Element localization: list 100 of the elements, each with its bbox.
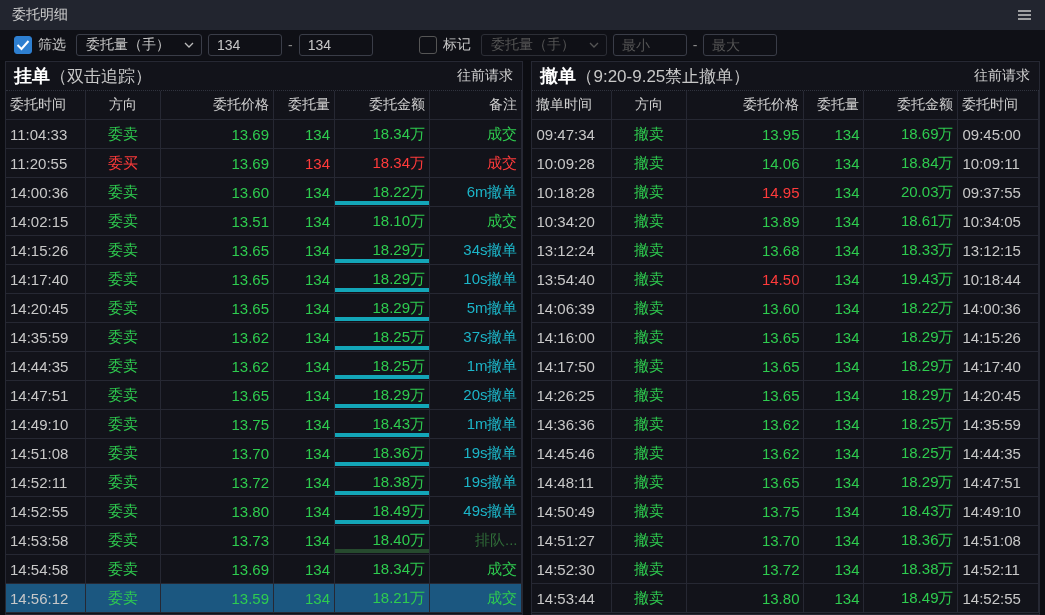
- table-cell[interactable]: 18.29万: [335, 381, 430, 410]
- table-cell[interactable]: 13.73: [161, 526, 274, 555]
- caret-icon[interactable]: [184, 42, 194, 48]
- table-cell[interactable]: 成交: [430, 120, 523, 149]
- table-cell[interactable]: 14:44:35: [6, 352, 86, 381]
- table-cell[interactable]: 14:15:26: [6, 236, 86, 265]
- table-cell[interactable]: 13.65: [161, 294, 274, 323]
- table-cell[interactable]: 14:47:51: [6, 381, 86, 410]
- table-cell[interactable]: 13.62: [161, 352, 274, 381]
- load-earlier-link[interactable]: 往前请求: [974, 67, 1030, 85]
- dropdown[interactable]: 委托量（手）: [76, 34, 202, 56]
- table-cell[interactable]: 18.40万: [335, 526, 430, 555]
- table-cell[interactable]: 委卖: [86, 468, 161, 497]
- table-cell[interactable]: 成交: [430, 584, 523, 613]
- table-cell[interactable]: 6m撤单: [430, 178, 523, 207]
- table-cell[interactable]: 13.51: [161, 207, 274, 236]
- table-cell[interactable]: 134: [274, 149, 335, 178]
- table-cell[interactable]: 20s撤单: [430, 381, 523, 410]
- table-cell[interactable]: 委卖: [86, 352, 161, 381]
- table-cell[interactable]: 13.60: [161, 178, 274, 207]
- table-cell[interactable]: 134: [274, 468, 335, 497]
- table-cell[interactable]: 委卖: [86, 526, 161, 555]
- table-cell[interactable]: 49s撤单: [430, 497, 523, 526]
- table-cell[interactable]: 委卖: [86, 323, 161, 352]
- table-cell[interactable]: 134: [274, 207, 335, 236]
- table-cell[interactable]: 18.29万: [335, 236, 430, 265]
- table-cell[interactable]: 14:02:15: [6, 207, 86, 236]
- table-cell[interactable]: 委卖: [86, 265, 161, 294]
- table-cell[interactable]: 13.59: [161, 584, 274, 613]
- table-cell[interactable]: 18.25万: [335, 323, 430, 352]
- table-cell[interactable]: 14:20:45: [6, 294, 86, 323]
- table-cell[interactable]: 13.65: [161, 381, 274, 410]
- menu-icon[interactable]: [1018, 10, 1031, 20]
- table-cell[interactable]: 5m撤单: [430, 294, 523, 323]
- table-cell[interactable]: 18.49万: [335, 497, 430, 526]
- table-cell[interactable]: 134: [274, 120, 335, 149]
- table-cell[interactable]: 14:35:59: [6, 323, 86, 352]
- table-cell[interactable]: 13.65: [161, 265, 274, 294]
- table-cell[interactable]: 委卖: [86, 207, 161, 236]
- table-cell[interactable]: 134: [274, 526, 335, 555]
- table-cell[interactable]: 14:49:10: [6, 410, 86, 439]
- table-cell[interactable]: 委卖: [86, 236, 161, 265]
- table-cell[interactable]: 13.80: [161, 497, 274, 526]
- table-cell[interactable]: 19s撤单: [430, 439, 523, 468]
- max-field[interactable]: 最大: [703, 34, 778, 56]
- table-cell[interactable]: 委卖: [86, 178, 161, 207]
- table-cell[interactable]: 委卖: [86, 584, 161, 613]
- table-cell[interactable]: 委卖: [86, 497, 161, 526]
- table-cell[interactable]: 134: [274, 497, 335, 526]
- table-cell[interactable]: 13.62: [161, 323, 274, 352]
- table-cell[interactable]: 13.70: [161, 439, 274, 468]
- table-cell[interactable]: 134: [274, 294, 335, 323]
- table-cell[interactable]: 18.43万: [335, 410, 430, 439]
- table-cell[interactable]: 14:52:11: [6, 468, 86, 497]
- table-cell[interactable]: 34s撤单: [430, 236, 523, 265]
- table-cell[interactable]: 委卖: [86, 120, 161, 149]
- table-cell[interactable]: 委卖: [86, 410, 161, 439]
- table-cell[interactable]: 成交: [430, 207, 523, 236]
- table-cell[interactable]: 134: [274, 265, 335, 294]
- table-cell[interactable]: 134: [274, 178, 335, 207]
- table-cell[interactable]: 11:20:55: [6, 149, 86, 178]
- min-field[interactable]: 134: [208, 34, 282, 56]
- table-cell[interactable]: 18.38万: [335, 468, 430, 497]
- table-cell[interactable]: 委卖: [86, 439, 161, 468]
- table-cell[interactable]: 134: [274, 236, 335, 265]
- table-cell[interactable]: 134: [274, 352, 335, 381]
- table-cell[interactable]: 18.10万: [335, 207, 430, 236]
- table-cell[interactable]: 18.34万: [335, 120, 430, 149]
- min-field[interactable]: 最小: [612, 34, 687, 56]
- table-cell[interactable]: 委卖: [86, 381, 161, 410]
- table-cell[interactable]: 18.29万: [335, 265, 430, 294]
- table-cell[interactable]: 14:17:40: [6, 265, 86, 294]
- table-cell[interactable]: 19s撤单: [430, 468, 523, 497]
- table-cell[interactable]: 1m撤单: [430, 410, 523, 439]
- table-cell[interactable]: 13.69: [161, 149, 274, 178]
- table-cell[interactable]: 18.36万: [335, 439, 430, 468]
- max-field[interactable]: 134: [298, 34, 373, 56]
- table-cell[interactable]: 成交: [430, 149, 523, 178]
- table-cell[interactable]: 13.75: [161, 410, 274, 439]
- table-cell[interactable]: 134: [274, 323, 335, 352]
- table-cell[interactable]: 14:56:12: [6, 584, 86, 613]
- table-cell[interactable]: 18.29万: [335, 294, 430, 323]
- table-cell[interactable]: 委买: [86, 149, 161, 178]
- table-cell[interactable]: 13.65: [161, 236, 274, 265]
- table-cell[interactable]: 18.25万: [335, 352, 430, 381]
- table-cell[interactable]: 14:52:55: [6, 497, 86, 526]
- checkbox[interactable]: [418, 36, 437, 54]
- table-cell[interactable]: 13.72: [161, 468, 274, 497]
- checkbox[interactable]: [14, 36, 32, 54]
- table-cell[interactable]: 18.34万: [335, 149, 430, 178]
- table-cell[interactable]: 委卖: [86, 294, 161, 323]
- load-earlier-link[interactable]: 往前请求: [457, 67, 514, 85]
- table-cell[interactable]: 13.69: [161, 120, 274, 149]
- table-cell[interactable]: 14:51:08: [6, 439, 86, 468]
- table-cell[interactable]: 134: [274, 439, 335, 468]
- table-cell[interactable]: 1m撤单: [430, 352, 523, 381]
- table-cell[interactable]: 134: [274, 410, 335, 439]
- table-cell[interactable]: 134: [274, 584, 335, 613]
- table-cell[interactable]: 134: [274, 381, 335, 410]
- table-cell[interactable]: 11:04:33: [6, 120, 86, 149]
